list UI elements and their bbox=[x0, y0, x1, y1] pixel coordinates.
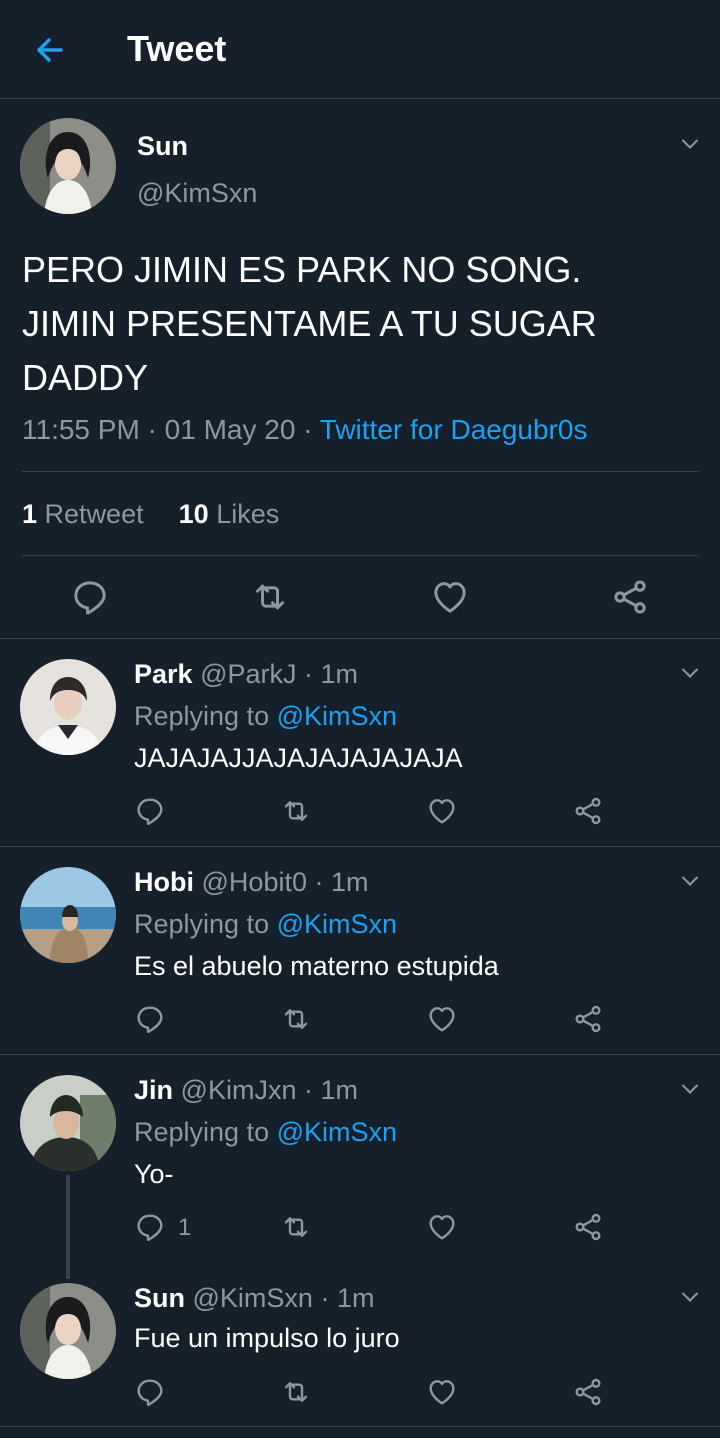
chevron-down-icon[interactable] bbox=[678, 1077, 702, 1101]
like-icon[interactable] bbox=[426, 1003, 458, 1035]
avatar[interactable] bbox=[20, 659, 116, 755]
reply-header: Hobi @Hobit0 · 1m bbox=[134, 867, 369, 898]
reply-icon[interactable] bbox=[70, 577, 110, 617]
reply-text: Es el abuelo materno estupida bbox=[134, 951, 499, 981]
retweet-icon[interactable] bbox=[280, 1211, 312, 1243]
replying-to: Replying to @KimSxn bbox=[134, 909, 397, 940]
retweet-count: 1 bbox=[22, 499, 38, 529]
reply-header: Park @ParkJ · 1m bbox=[134, 659, 358, 690]
reply-tweet[interactable]: Jin @KimJxn · 1m Replying to @KimSxn Yo-… bbox=[0, 1055, 720, 1279]
reply-header: Sun @KimSxn · 1m bbox=[134, 1283, 374, 1314]
reply-icon[interactable] bbox=[134, 1211, 166, 1243]
avatar[interactable] bbox=[20, 118, 116, 214]
share-icon[interactable] bbox=[610, 577, 650, 617]
display-name[interactable]: Park bbox=[134, 659, 193, 689]
reply-tweet[interactable]: Hobi @Hobit0 · 1m Replying to @KimSxn Es… bbox=[0, 847, 720, 1055]
tweet-timestamp: 11:55 PM · 01 May 20 · bbox=[22, 414, 320, 445]
chevron-down-icon[interactable] bbox=[678, 869, 702, 893]
retweet-icon[interactable] bbox=[280, 1376, 312, 1408]
avatar[interactable] bbox=[20, 1283, 116, 1379]
user-handle[interactable]: @KimJxn bbox=[181, 1075, 297, 1105]
mention-link[interactable]: @KimSxn bbox=[277, 909, 397, 939]
back-arrow-icon[interactable] bbox=[30, 30, 70, 70]
likes-stat[interactable]: 10 Likes bbox=[179, 499, 280, 529]
user-handle[interactable]: @KimSxn bbox=[137, 178, 257, 209]
reply-tweet[interactable]: Park @ParkJ · 1m Replying to @KimSxn JAJ… bbox=[0, 639, 720, 847]
display-name[interactable]: Hobi bbox=[134, 867, 194, 897]
tweet-meta: 11:55 PM · 01 May 20 · Twitter for Daegu… bbox=[22, 414, 587, 446]
chevron-down-icon[interactable] bbox=[678, 132, 702, 156]
replying-to: Replying to @KimSxn bbox=[134, 1117, 397, 1148]
user-handle[interactable]: @Hobit0 bbox=[202, 867, 307, 897]
mention-link[interactable]: @KimSxn bbox=[277, 1117, 397, 1147]
reply-header: Jin @KimJxn · 1m bbox=[134, 1075, 358, 1106]
reply-text: JAJAJAJJAJAJAJAJAJAJA bbox=[134, 743, 463, 773]
replying-label: Replying to bbox=[134, 1117, 277, 1147]
replying-label: Replying to bbox=[134, 909, 277, 939]
replying-to: Replying to @KimSxn bbox=[134, 701, 397, 732]
avatar[interactable] bbox=[20, 1075, 116, 1171]
page-title: Tweet bbox=[127, 28, 227, 69]
share-icon[interactable] bbox=[572, 1211, 604, 1243]
retweet-label: Retweet bbox=[44, 499, 144, 529]
reply-time: · 1m bbox=[312, 1283, 375, 1313]
like-icon[interactable] bbox=[426, 795, 458, 827]
chevron-down-icon[interactable] bbox=[678, 661, 702, 685]
reply-icon[interactable] bbox=[134, 1003, 166, 1035]
retweet-icon[interactable] bbox=[250, 577, 290, 617]
divider bbox=[22, 555, 699, 556]
likes-label: Likes bbox=[216, 499, 280, 529]
reply-text: Yo- bbox=[134, 1159, 174, 1189]
mention-link[interactable]: @KimSxn bbox=[277, 701, 397, 731]
like-icon[interactable] bbox=[426, 1376, 458, 1408]
reply-tweet[interactable]: Sun @KimSxn · 1m Fue un impulso lo juro bbox=[0, 1263, 720, 1427]
reply-icon[interactable] bbox=[134, 795, 166, 827]
reply-count: 1 bbox=[178, 1214, 192, 1241]
tweet-text: PERO JIMIN ES PARK NO SONG. JIMIN PRESEN… bbox=[22, 249, 597, 398]
reply-icon[interactable] bbox=[134, 1376, 166, 1408]
chevron-down-icon[interactable] bbox=[678, 1285, 702, 1309]
retweet-stat[interactable]: 1 Retweet bbox=[22, 499, 144, 529]
user-handle[interactable]: @KimSxn bbox=[193, 1283, 313, 1313]
top-bar: Tweet bbox=[0, 0, 720, 99]
divider bbox=[22, 471, 699, 472]
reply-time: · 1m bbox=[306, 867, 369, 897]
tweet-stats: 1 Retweet 10 Likes bbox=[22, 499, 279, 530]
display-name[interactable]: Jin bbox=[134, 1075, 173, 1105]
share-icon[interactable] bbox=[572, 1003, 604, 1035]
share-icon[interactable] bbox=[572, 795, 604, 827]
avatar[interactable] bbox=[20, 867, 116, 963]
retweet-icon[interactable] bbox=[280, 1003, 312, 1035]
main-tweet: Sun @KimSxn PERO JIMIN ES PARK NO SONG. … bbox=[0, 99, 720, 639]
share-icon[interactable] bbox=[572, 1376, 604, 1408]
like-icon[interactable] bbox=[426, 1211, 458, 1243]
reply-time: · 1m bbox=[296, 1075, 358, 1105]
user-handle[interactable]: @ParkJ bbox=[200, 659, 296, 689]
tweet-source-link[interactable]: Twitter for Daegubr0s bbox=[320, 414, 588, 445]
display-name[interactable]: Sun bbox=[137, 131, 188, 162]
reply-time: · 1m bbox=[296, 659, 359, 689]
retweet-icon[interactable] bbox=[280, 795, 312, 827]
likes-count: 10 bbox=[178, 499, 209, 529]
like-icon[interactable] bbox=[430, 577, 470, 617]
display-name[interactable]: Sun bbox=[134, 1283, 185, 1313]
replying-label: Replying to bbox=[134, 701, 277, 731]
reply-text: Fue un impulso lo juro bbox=[134, 1323, 400, 1353]
